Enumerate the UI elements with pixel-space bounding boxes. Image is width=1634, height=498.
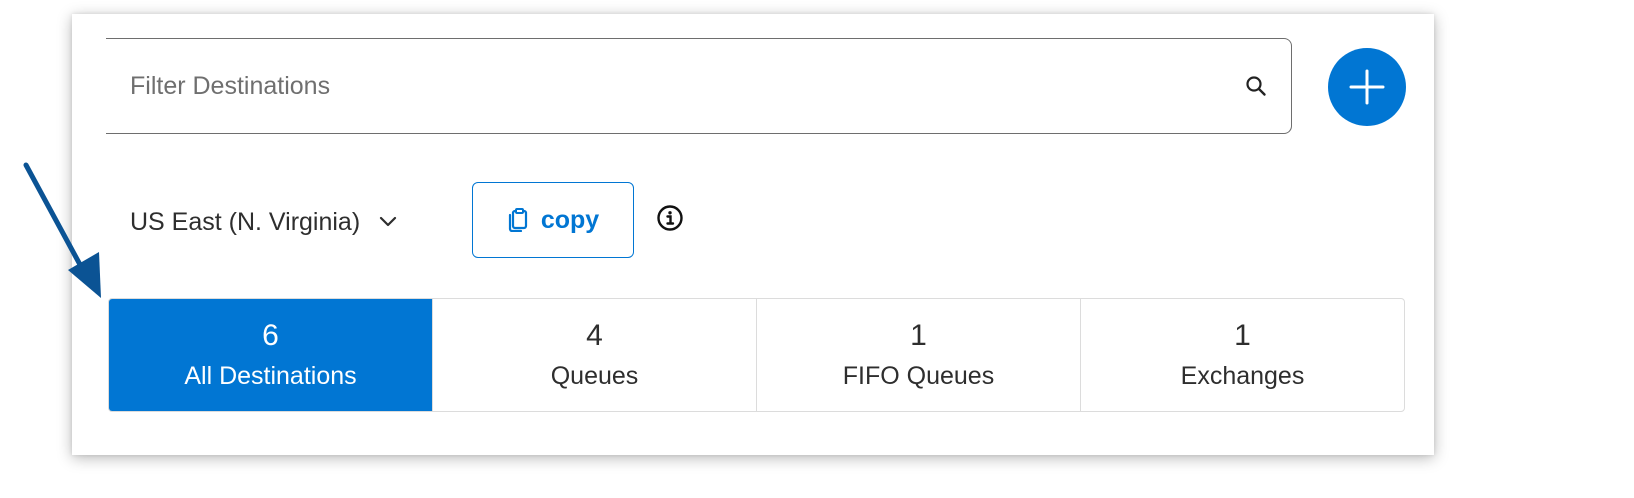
tab-label: Exchanges: [1180, 362, 1305, 390]
clipboard-icon: [508, 208, 527, 232]
copy-button[interactable]: copy: [472, 182, 634, 258]
tab-label: All Destinations: [184, 362, 357, 390]
region-label: US East (N. Virginia): [130, 207, 361, 236]
tab-all-destinations[interactable]: 6 All Destinations: [109, 299, 433, 411]
destination-type-tabs: 6 All Destinations 4 Queues 1 FIFO Queue…: [108, 298, 1405, 412]
screenshot-stage: US East (N. Virginia) copy: [0, 0, 1634, 498]
tab-fifo-queues[interactable]: 1 FIFO Queues: [757, 299, 1081, 411]
tab-count: 6: [262, 319, 279, 352]
tab-count: 1: [910, 319, 927, 352]
info-icon[interactable]: [656, 204, 684, 232]
add-destination-button[interactable]: [1328, 48, 1406, 126]
tab-label: Queues: [550, 362, 639, 390]
region-selector[interactable]: US East (N. Virginia): [130, 202, 400, 242]
destinations-panel: US East (N. Virginia) copy: [72, 14, 1434, 455]
tab-count: 4: [586, 319, 603, 352]
search-icon[interactable]: [1243, 73, 1269, 99]
tab-queues[interactable]: 4 Queues: [433, 299, 757, 411]
tab-label: FIFO Queues: [842, 362, 995, 390]
copy-button-label: copy: [540, 205, 600, 234]
search-box: [106, 38, 1292, 134]
plus-icon: [1349, 69, 1385, 105]
filter-destinations-input[interactable]: [130, 71, 1243, 101]
chevron-down-icon: [378, 211, 400, 233]
tab-exchanges[interactable]: 1 Exchanges: [1081, 299, 1404, 411]
tab-count: 1: [1234, 319, 1251, 352]
